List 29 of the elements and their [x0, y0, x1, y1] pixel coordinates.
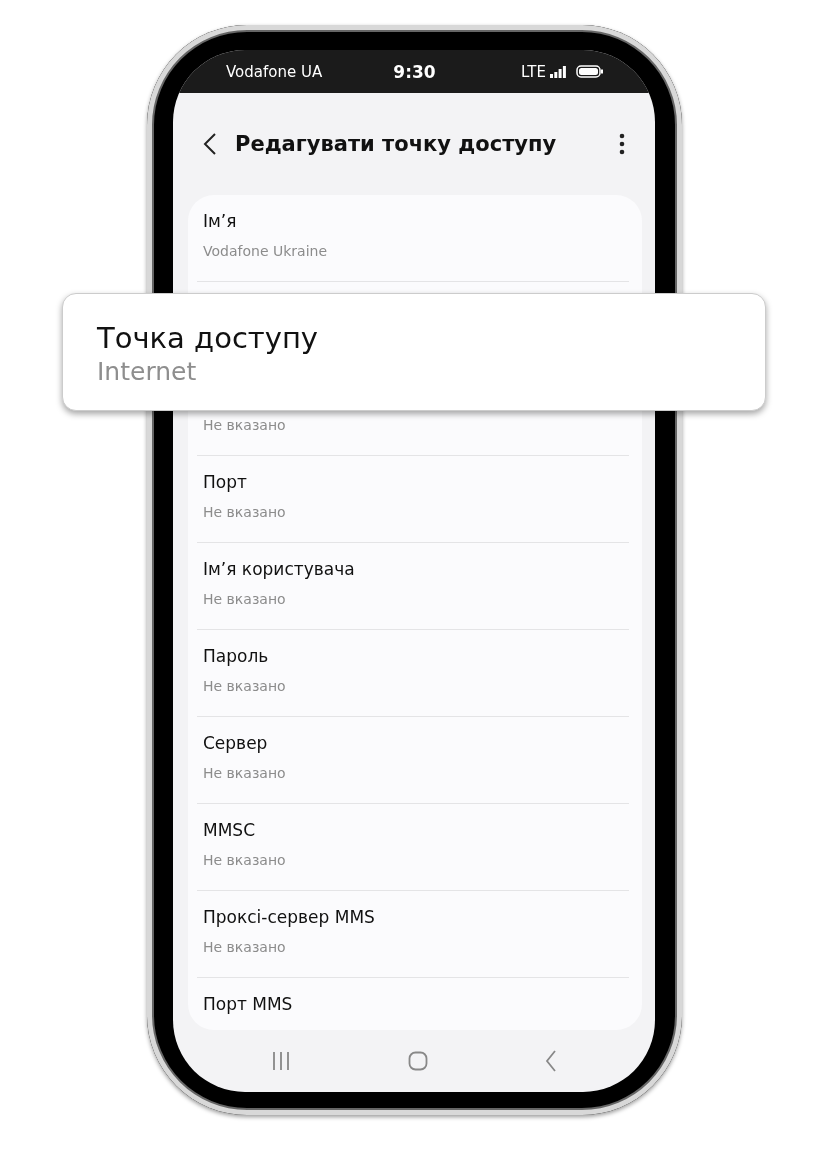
recent-apps-icon[interactable] [271, 1051, 292, 1071]
setting-value: Не вказано [203, 852, 287, 868]
more-options-icon[interactable] [619, 133, 625, 155]
setting-value: Не вказано [203, 939, 287, 955]
clock: 9:30 [393, 61, 436, 82]
setting-title[interactable]: Порт [203, 472, 629, 498]
network-type: LTE [521, 62, 546, 81]
setting-title[interactable]: Сервер [203, 733, 629, 759]
setting-value: Не вказано [203, 678, 287, 694]
battery-icon [576, 65, 603, 78]
home-icon[interactable] [408, 1051, 428, 1071]
callout-value: Internet [97, 357, 198, 386]
setting-value: Vodafone Ukraine [203, 243, 329, 259]
setting-value: Не вказано [203, 504, 287, 520]
page-title: Редагувати точку доступу [235, 132, 558, 156]
setting-value: Не вказано [203, 765, 287, 781]
setting-title[interactable]: Ім’я користувача [203, 559, 629, 585]
setting-title[interactable]: Пароль [203, 646, 629, 672]
callout-title: Точка доступу [97, 321, 319, 355]
setting-value: Не вказано [203, 417, 287, 433]
back-icon[interactable] [203, 132, 217, 156]
setting-value: Не вказано [203, 591, 287, 607]
setting-title[interactable]: MMSC [203, 820, 629, 846]
signal-icon [550, 65, 566, 78]
setting-title[interactable]: Проксі-сервер MMS [203, 907, 629, 933]
setting-title[interactable]: Ім’я [203, 211, 629, 237]
carrier-name: Vodafone UA [226, 62, 324, 81]
back-nav-icon[interactable] [544, 1050, 557, 1072]
setting-title[interactable]: Порт MMS [203, 994, 629, 1020]
